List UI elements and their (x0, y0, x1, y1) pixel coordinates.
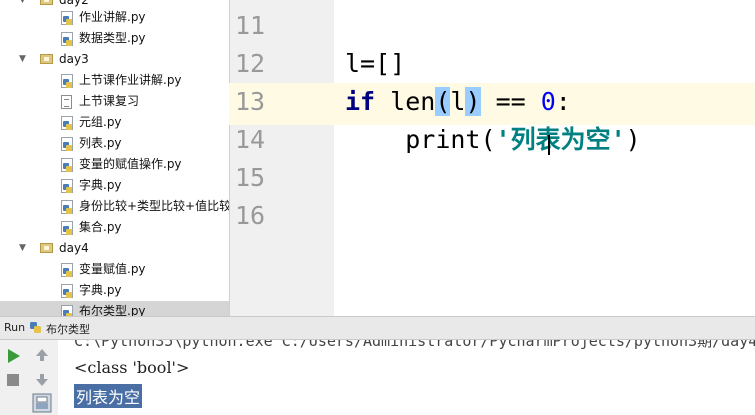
text-cursor (548, 135, 550, 155)
folder-icon (40, 243, 53, 253)
console-output-line: <class 'bool'> (74, 358, 190, 377)
function-name: print (405, 125, 481, 154)
line-number: 14 (235, 125, 266, 154)
expand-arrow-icon[interactable]: ▼ (19, 49, 26, 70)
code-line-14[interactable]: print('列表为空') (345, 121, 641, 159)
console-output-line-selected: 列表为空 (74, 384, 143, 408)
paren: ( (480, 125, 496, 154)
python-file-icon (61, 137, 73, 151)
tree-folder-day4[interactable]: ▼ day4 (0, 238, 229, 259)
string-literal: '列表为空' (495, 125, 626, 154)
project-tree: ▼ day2 作业讲解.py 数据类型.py ▼ day3 上节课作业讲解.py… (0, 0, 229, 316)
tree-item[interactable]: 变量赋值.py (0, 259, 229, 280)
argument: l (450, 87, 466, 116)
python-file-icon (61, 116, 73, 130)
keyword: if (345, 87, 376, 116)
line-number: 16 (235, 201, 266, 230)
python-file-icon (61, 11, 73, 25)
tree-folder-day3[interactable]: ▼ day3 (0, 49, 229, 70)
console-command-line: C:\Python35\python.exe C:/Users/Administ… (74, 340, 755, 350)
tree-item[interactable]: 字典.py (0, 280, 229, 301)
line-number: 12 (235, 49, 266, 78)
function-name: len (390, 87, 436, 116)
python-file-icon (61, 305, 73, 316)
tree-item[interactable]: 元组.py (0, 112, 229, 133)
line-number: 13 (235, 87, 266, 116)
tree-item[interactable]: 上节课作业讲解.py (0, 70, 229, 91)
number-literal: 0 (540, 87, 556, 116)
code-line-13[interactable]: if len(l) == 0: (345, 83, 571, 121)
up-arrow-icon[interactable] (32, 345, 52, 365)
python-config-icon (30, 322, 41, 333)
tree-item-selected[interactable]: 布尔类型.py (0, 301, 229, 316)
down-arrow-icon[interactable] (32, 370, 52, 390)
python-file-icon (61, 74, 73, 88)
expand-arrow-icon[interactable]: ▼ (19, 238, 26, 259)
colon: : (555, 87, 571, 116)
folder-icon (40, 0, 53, 5)
python-file-icon (61, 32, 73, 46)
code-line-12[interactable]: l=[] (345, 45, 405, 83)
folder-icon (40, 54, 53, 64)
run-label: Run (4, 321, 26, 334)
python-file-icon (61, 284, 73, 298)
run-tool-window-header: Run 布尔类型 (0, 316, 755, 340)
tree-item[interactable]: 集合.py (0, 217, 229, 238)
tree-item[interactable]: 身份比较+类型比较+值比较 (0, 196, 229, 217)
tree-item[interactable]: 变量的赋值操作.py (0, 154, 229, 175)
line-number: 11 (235, 11, 266, 40)
run-config-name[interactable]: 布尔类型 (46, 321, 90, 337)
tree-item[interactable]: 作业讲解.py (0, 7, 229, 28)
matched-paren: ) (465, 87, 481, 116)
text-file-icon (61, 95, 72, 109)
run-toolbar (0, 340, 58, 415)
python-file-icon (61, 200, 73, 214)
paren: ) (625, 125, 641, 154)
tree-item[interactable]: 列表.py (0, 133, 229, 154)
python-file-icon (61, 221, 73, 235)
run-console[interactable]: C:\Python35\python.exe C:/Users/Administ… (58, 340, 755, 415)
python-file-icon (61, 179, 73, 193)
run-icon[interactable] (3, 346, 23, 366)
tree-item[interactable]: 上节课复习 (0, 91, 229, 112)
operator: == (480, 87, 541, 116)
line-number: 15 (235, 163, 266, 192)
python-file-icon (61, 158, 73, 172)
tree-item[interactable]: 字典.py (0, 175, 229, 196)
tree-item[interactable]: 数据类型.py (0, 28, 229, 49)
stop-icon[interactable] (3, 370, 23, 390)
matched-paren: ( (435, 87, 451, 116)
python-file-icon (61, 263, 73, 277)
print-icon[interactable] (32, 393, 52, 413)
